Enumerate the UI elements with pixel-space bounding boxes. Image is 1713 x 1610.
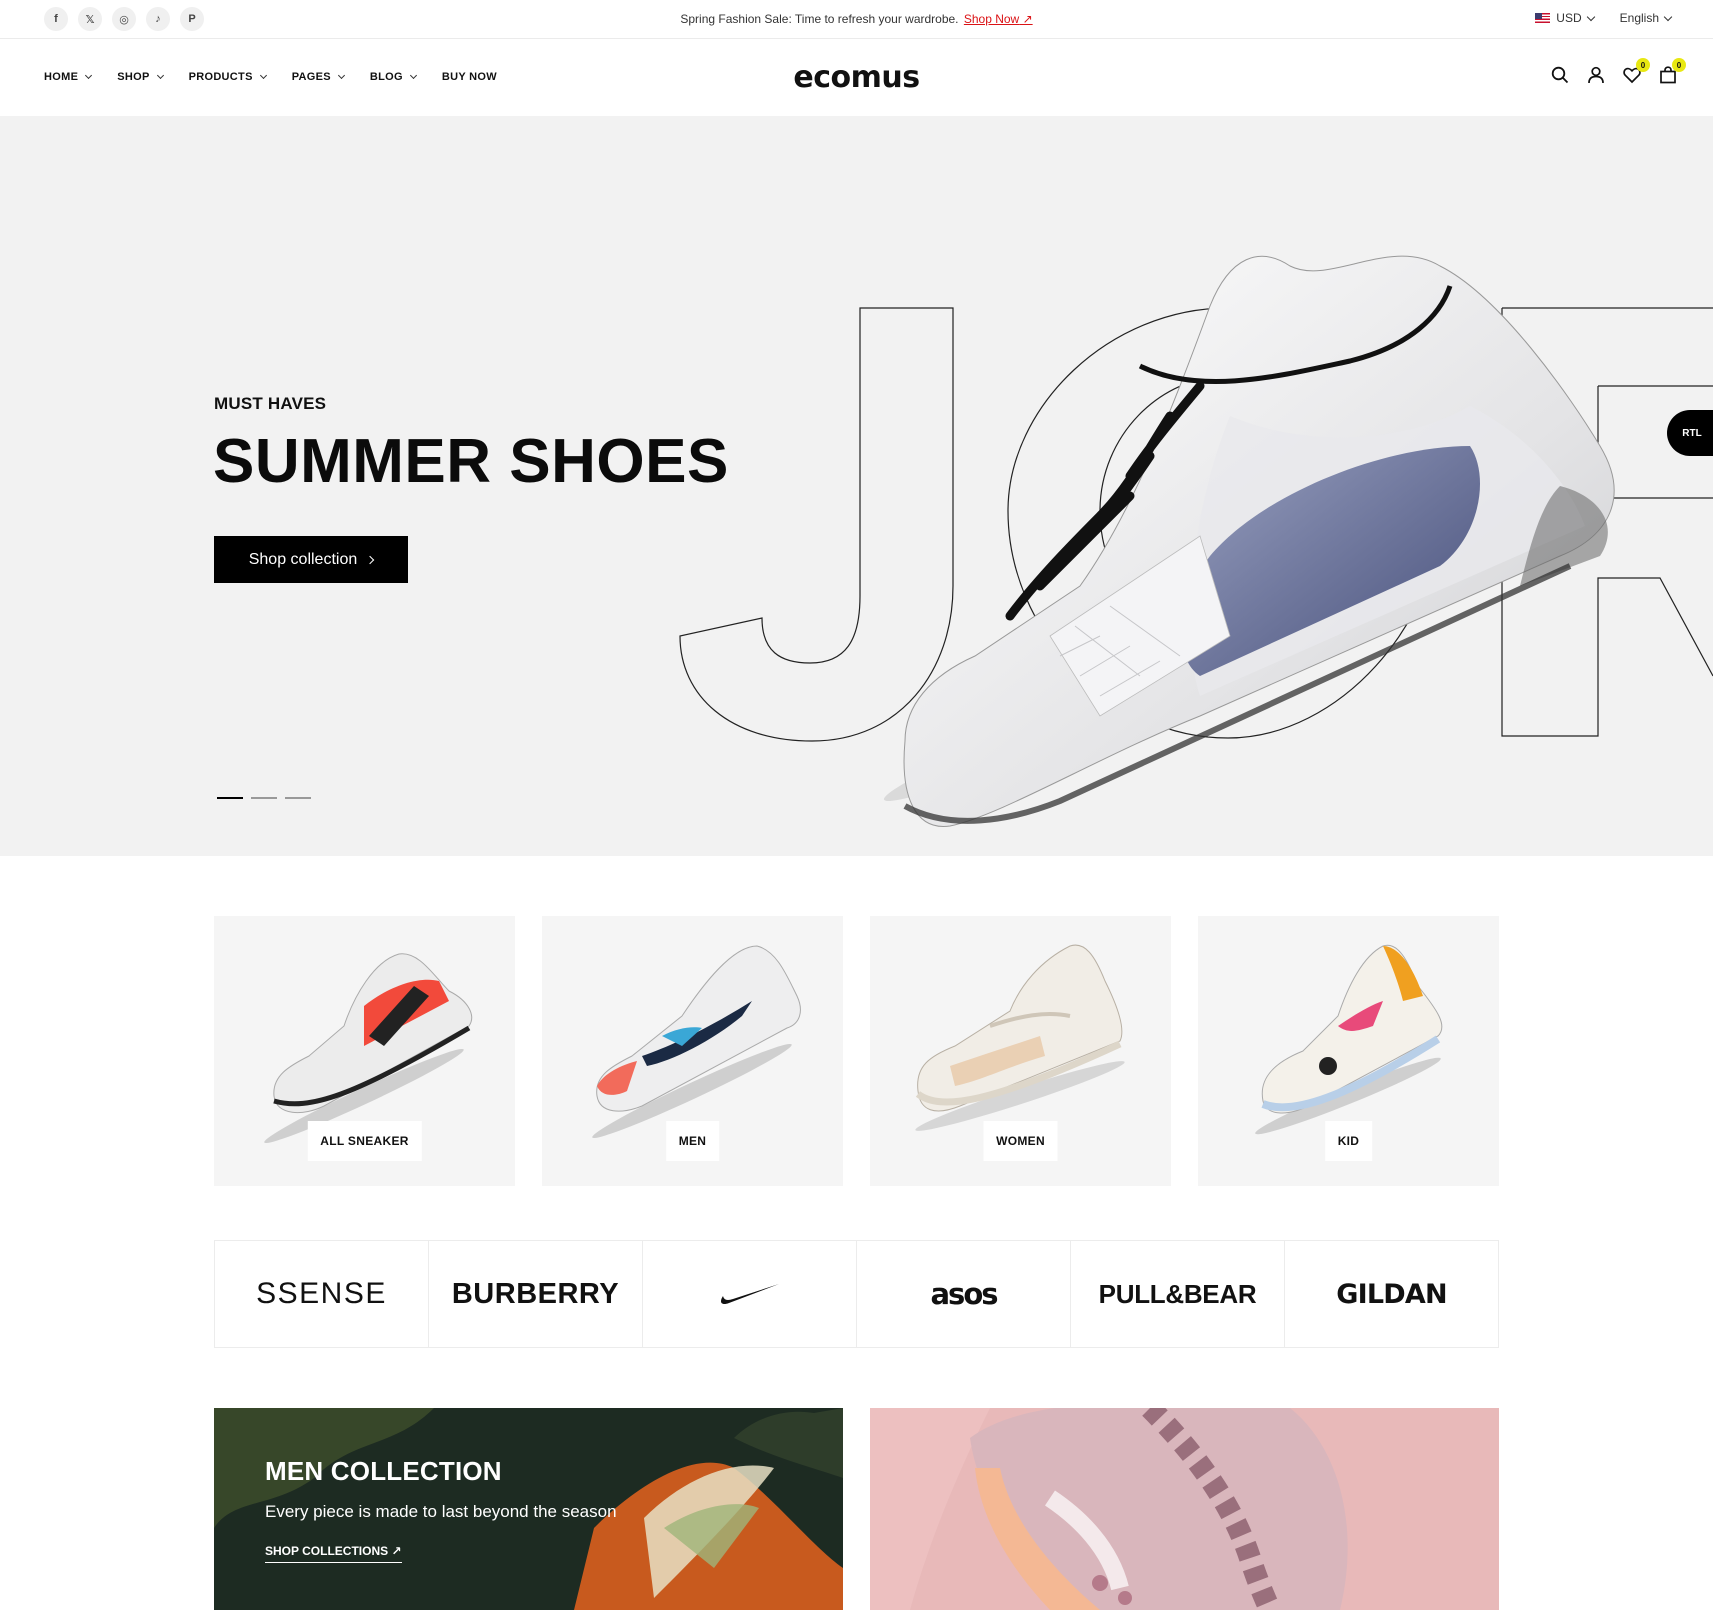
pink-sneaker-banner[interactable] bbox=[870, 1408, 1499, 1610]
currency-selector[interactable]: USD bbox=[1535, 11, 1595, 25]
currency-label: USD bbox=[1556, 11, 1582, 25]
header-actions: 0 0 bbox=[1551, 58, 1686, 84]
search-icon[interactable] bbox=[1551, 66, 1569, 84]
brand-burberry[interactable]: BURBERRY bbox=[429, 1241, 643, 1347]
main-header: HOME SHOP PRODUCTS PAGES BLOG BUY NOW ec… bbox=[0, 40, 1713, 116]
cart-count-badge: 0 bbox=[1672, 58, 1686, 72]
top-bar: f 𝕏 ◎ ♪ P Spring Fashion Sale: Time to r… bbox=[0, 0, 1713, 39]
pink-sneaker-image bbox=[870, 1408, 1499, 1610]
category-label: WOMEN bbox=[983, 1121, 1058, 1161]
announcement-text: Spring Fashion Sale: Time to refresh you… bbox=[680, 12, 959, 26]
brand-gildan[interactable]: GILDAN bbox=[1285, 1241, 1498, 1347]
shop-collection-button[interactable]: Shop collection bbox=[214, 536, 408, 583]
shop-collections-link[interactable]: SHOP COLLECTIONS ↗ bbox=[265, 1544, 402, 1563]
category-card-kid[interactable]: KID bbox=[1198, 916, 1499, 1186]
slider-pagination bbox=[217, 797, 311, 799]
burberry-logo: BURBERRY bbox=[451, 1277, 620, 1310]
men-collection-banner[interactable]: MEN COLLECTION Every piece is made to la… bbox=[214, 1408, 843, 1610]
cart-icon[interactable]: 0 bbox=[1659, 58, 1686, 84]
us-flag-icon bbox=[1535, 13, 1551, 23]
brand-nike[interactable] bbox=[643, 1241, 857, 1347]
banner-title: MEN COLLECTION bbox=[265, 1456, 502, 1486]
chevron-down-icon bbox=[1663, 12, 1673, 21]
banner-description: Every piece is made to last beyond the s… bbox=[265, 1502, 617, 1521]
category-card-all-sneaker[interactable]: ALL SNEAKER bbox=[214, 916, 515, 1186]
announcement-bar: Spring Fashion Sale: Time to refresh you… bbox=[0, 12, 1713, 26]
category-card-men[interactable]: MEN bbox=[542, 916, 843, 1186]
wishlist-icon[interactable]: 0 bbox=[1623, 58, 1650, 84]
category-label: ALL SNEAKER bbox=[307, 1121, 422, 1161]
hero-slider: MUST HAVES SUMMER SHOES Shop collection … bbox=[0, 116, 1713, 856]
rtl-toggle-button[interactable]: RTL bbox=[1667, 410, 1713, 456]
category-card-women[interactable]: WOMEN bbox=[870, 916, 1171, 1186]
site-logo[interactable]: ecomus bbox=[0, 60, 1713, 95]
announcement-shop-now-link[interactable]: Shop Now ↗ bbox=[964, 12, 1033, 26]
category-label: KID bbox=[1324, 1121, 1373, 1161]
brand-ssense[interactable]: SSENSE bbox=[215, 1241, 429, 1347]
chevron-right-icon bbox=[366, 555, 375, 564]
brand-logos: SSENSE BURBERRY asos PULL&BEAR GILDAN bbox=[214, 1240, 1499, 1348]
wishlist-count-badge: 0 bbox=[1636, 58, 1650, 72]
gildan-logo: GILDAN bbox=[1336, 1278, 1447, 1310]
slider-dot-3[interactable] bbox=[285, 797, 311, 799]
hero-subtitle: MUST HAVES bbox=[214, 394, 327, 413]
nike-swoosh-icon bbox=[720, 1284, 779, 1305]
ssense-logo: SSENSE bbox=[256, 1277, 387, 1310]
pull-and-bear-logo: PULL&BEAR bbox=[1098, 1278, 1257, 1309]
category-grid: ALL SNEAKER MEN WOMEN KID bbox=[214, 916, 1499, 1186]
slider-dot-1[interactable] bbox=[217, 797, 243, 799]
locale-selectors: USD English bbox=[1535, 11, 1673, 25]
brand-asos[interactable]: asos bbox=[857, 1241, 1071, 1347]
slider-dot-2[interactable] bbox=[251, 797, 277, 799]
chevron-down-icon bbox=[1586, 12, 1595, 21]
brand-pull-and-bear[interactable]: PULL&BEAR bbox=[1071, 1241, 1285, 1347]
account-icon[interactable] bbox=[1587, 66, 1605, 84]
hero-title: SUMMER SHOES bbox=[213, 427, 729, 496]
asos-logo: asos bbox=[930, 1277, 998, 1311]
language-label: English bbox=[1619, 11, 1659, 25]
category-label: MEN bbox=[665, 1121, 720, 1161]
language-selector[interactable]: English bbox=[1619, 11, 1673, 25]
